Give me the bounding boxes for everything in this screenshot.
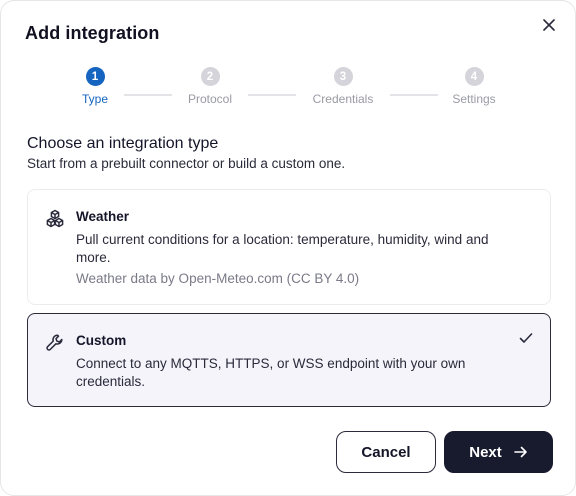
section-title: Choose an integration type <box>27 135 219 152</box>
option-description: Connect to any MQTTS, HTTPS, or WSS endp… <box>76 356 466 389</box>
step-protocol[interactable]: 2 Protocol <box>165 67 255 106</box>
step-label: Settings <box>452 92 496 106</box>
step-label: Credentials <box>312 92 374 106</box>
option-custom[interactable]: Custom Connect to any MQTTS, HTTPS, or W… <box>27 313 551 407</box>
close-button[interactable] <box>539 15 559 35</box>
check-icon <box>519 333 533 343</box>
cancel-button[interactable]: Cancel <box>336 431 436 473</box>
step-credentials[interactable]: 3 Credentials <box>298 67 388 106</box>
step-number: 4 <box>464 67 484 86</box>
step-number: 2 <box>200 67 220 86</box>
stepper: 1 Type 2 Protocol 3 Credentials 4 Settin… <box>1 67 576 111</box>
option-weather[interactable]: Weather Pull current conditions for a lo… <box>27 189 551 305</box>
step-number: 3 <box>333 67 353 86</box>
next-button[interactable]: Next <box>444 431 553 473</box>
option-title: Weather <box>76 209 130 224</box>
cancel-button-label: Cancel <box>361 443 411 461</box>
next-button-label: Next <box>469 443 502 461</box>
option-description: Pull current conditions for a location: … <box>76 232 489 265</box>
step-type[interactable]: 1 Type <box>50 67 140 106</box>
dialog-title: Add integration <box>25 23 160 43</box>
section-subtitle: Start from a prebuilt connector or build… <box>27 156 346 171</box>
step-number: 1 <box>85 67 105 86</box>
option-title: Custom <box>76 333 127 348</box>
wrench-icon <box>46 334 63 351</box>
step-settings[interactable]: 4 Settings <box>429 67 519 106</box>
add-integration-dialog: Add integration 1 Type 2 Protocol 3 Cred… <box>0 0 576 496</box>
close-icon <box>543 19 555 31</box>
cubes-icon <box>46 209 64 228</box>
step-connector <box>248 94 296 96</box>
step-label: Protocol <box>187 92 233 106</box>
arrow-right-icon <box>513 446 528 458</box>
option-attribution: Weather data by Open-Meteo.com (CC BY 4.… <box>76 271 360 286</box>
step-label: Type <box>81 92 108 106</box>
